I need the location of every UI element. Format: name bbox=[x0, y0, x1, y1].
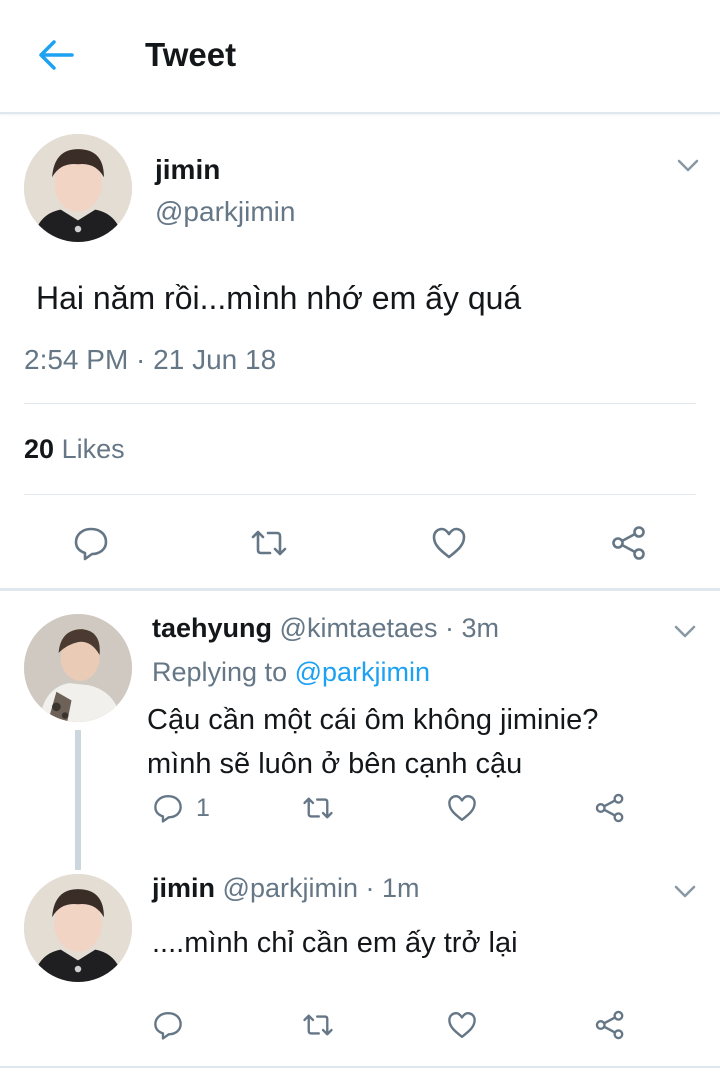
likes-count: 20 bbox=[24, 434, 55, 464]
retweet-button[interactable] bbox=[302, 1009, 334, 1041]
author-name[interactable]: jimin bbox=[155, 154, 220, 186]
retweet-icon bbox=[251, 530, 287, 556]
page-title: Tweet bbox=[145, 36, 237, 73]
reply-text-line: Cậu cần một cái ôm không jiminie? bbox=[147, 704, 599, 736]
share-button[interactable] bbox=[610, 524, 648, 562]
chevron-down-icon[interactable] bbox=[672, 878, 698, 904]
reply-header: jimin @parkjimin · 1m bbox=[152, 873, 419, 904]
share-icon bbox=[595, 1010, 624, 1040]
retweet-button[interactable] bbox=[250, 524, 288, 562]
replying-to: Replying to @parkjimin bbox=[152, 657, 430, 688]
divider bbox=[24, 494, 696, 495]
avatar[interactable] bbox=[24, 614, 132, 722]
reply-text-line: mình sẽ luôn ở bên cạnh cậu bbox=[147, 748, 523, 780]
reply-count: 1 bbox=[196, 793, 210, 822]
retweet-button[interactable] bbox=[302, 792, 334, 824]
reply-icon bbox=[74, 527, 108, 561]
avatar[interactable] bbox=[24, 134, 132, 242]
top-bar bbox=[0, 0, 720, 114]
author-name[interactable]: jimin bbox=[152, 873, 215, 903]
like-button[interactable] bbox=[446, 1009, 478, 1041]
reply-time: · 3m bbox=[445, 613, 500, 643]
author-handle[interactable]: @parkjimin bbox=[223, 873, 358, 903]
reply-header: taehyung @kimtaetaes · 3m bbox=[152, 613, 499, 644]
reply-button[interactable]: 1 bbox=[152, 792, 210, 824]
retweet-icon bbox=[303, 1014, 333, 1036]
retweet-icon bbox=[303, 797, 333, 819]
like-button[interactable] bbox=[430, 524, 468, 562]
author-handle[interactable]: @kimtaetaes bbox=[280, 613, 438, 643]
tweet-timestamp[interactable]: 2:54 PM · 21 Jun 18 bbox=[24, 344, 276, 376]
chevron-down-icon[interactable] bbox=[672, 618, 698, 644]
divider bbox=[0, 1066, 720, 1068]
likes-stat[interactable]: 20 Likes bbox=[24, 434, 125, 465]
avatar[interactable] bbox=[24, 874, 132, 982]
section-divider bbox=[0, 588, 720, 591]
share-icon bbox=[595, 793, 624, 823]
divider bbox=[24, 403, 696, 404]
reply-time: · 1m bbox=[365, 873, 420, 903]
reply-button[interactable] bbox=[72, 524, 110, 562]
reply-icon bbox=[154, 1012, 182, 1040]
share-button[interactable] bbox=[594, 792, 626, 824]
heart-icon bbox=[448, 795, 476, 821]
back-arrow-icon[interactable] bbox=[36, 38, 76, 72]
heart-icon bbox=[448, 1012, 476, 1038]
share-button[interactable] bbox=[594, 1009, 626, 1041]
heart-icon bbox=[432, 527, 466, 559]
reply-icon bbox=[154, 795, 182, 823]
tweet-text: Hai năm rồi...mình nhớ em ấy quá bbox=[36, 280, 522, 316]
reply-text: ....mình chỉ cần em ấy trở lại bbox=[152, 927, 518, 959]
chevron-down-icon[interactable] bbox=[675, 152, 701, 178]
share-icon bbox=[612, 526, 645, 560]
author-handle[interactable]: @parkjimin bbox=[155, 196, 295, 228]
replying-handle-link[interactable]: @parkjimin bbox=[295, 657, 430, 687]
replying-label: Replying to bbox=[152, 657, 288, 687]
likes-label: Likes bbox=[61, 434, 125, 464]
thread-line bbox=[75, 730, 81, 870]
like-button[interactable] bbox=[446, 792, 478, 824]
reply-button[interactable] bbox=[152, 1009, 184, 1041]
author-name[interactable]: taehyung bbox=[152, 613, 272, 643]
